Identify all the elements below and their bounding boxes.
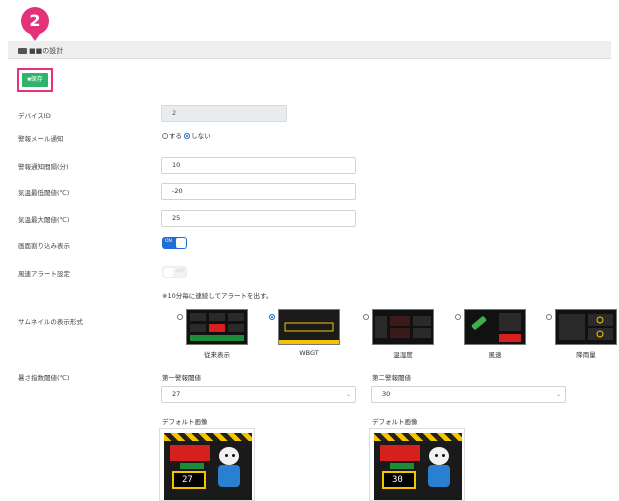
thumb-label-temp-humidity: 温湿度	[393, 351, 413, 359]
second-threshold-label: 第二警報閾値	[372, 374, 411, 382]
section-header: ■■の設計	[8, 41, 611, 59]
mail-notify-off-radio[interactable]	[184, 133, 191, 139]
thumb-classic[interactable]	[186, 309, 248, 345]
wind-alert-note: ※10分毎に連続してアラートを出す。	[162, 292, 273, 300]
toggle-state-text: OFF	[176, 269, 185, 274]
first-default-image[interactable]: 27	[159, 428, 255, 501]
wind-preview-icon	[471, 313, 521, 342]
thumb-radio-wbgt[interactable]	[269, 314, 275, 320]
thumb-label-wbgt: WBGT	[299, 349, 319, 357]
mail-notify-on-radio[interactable]	[162, 133, 168, 139]
image-value: 27	[172, 471, 206, 489]
camera-icon	[18, 48, 27, 54]
thumb-label-classic: 従来表示	[204, 351, 230, 359]
thumb-label-wind: 風速	[488, 351, 502, 359]
section-title: ■■の設計	[18, 46, 63, 56]
image-value: 30	[382, 471, 416, 489]
wind-alert-label: 風速アラート設定	[18, 270, 70, 278]
alert-image-preview: 27	[164, 433, 252, 500]
second-threshold-value: 30	[382, 390, 391, 398]
mail-notify-on-label[interactable]: する	[169, 132, 182, 140]
alert-subbanner	[180, 463, 204, 469]
crop-display-toggle[interactable]: ON	[162, 237, 187, 249]
first-threshold-select[interactable]: 27 ⌄	[161, 386, 356, 403]
alert-image-preview: 30	[374, 433, 462, 500]
callout-pointer	[28, 31, 42, 41]
first-default-image-label: デフォルト画像	[162, 418, 208, 426]
notify-interval-label: 警報通知間隔(分)	[18, 163, 69, 171]
second-default-image-label: デフォルト画像	[372, 418, 418, 426]
step-callout-marker: 2	[19, 7, 51, 43]
thumb-radio-rainfall[interactable]	[546, 314, 552, 320]
wind-alert-toggle[interactable]: OFF	[162, 266, 187, 278]
first-threshold-label: 第一警報閾値	[162, 374, 201, 382]
chevron-down-icon: ⌄	[555, 391, 561, 398]
hazard-stripe	[374, 433, 462, 441]
thumb-radio-wind[interactable]	[455, 314, 461, 320]
thumb-temp-humidity[interactable]	[372, 309, 434, 345]
notify-interval-input[interactable]: 10	[161, 157, 356, 174]
second-threshold-select[interactable]: 30 ⌄	[371, 386, 566, 403]
classic-preview-icon	[190, 313, 244, 341]
temp-humidity-preview-icon	[375, 316, 431, 338]
heat-index-label: 暑さ指数閾値(℃)	[18, 374, 70, 382]
thumb-radio-temp-humidity[interactable]	[363, 314, 369, 320]
alert-subbanner	[390, 463, 414, 469]
device-id-label: デバイスID	[18, 112, 51, 120]
temp-min-label: 気温最低閾値(℃)	[18, 189, 70, 197]
second-default-image[interactable]: 30	[369, 428, 465, 501]
temp-max-label: 気温最大閾値(℃)	[18, 216, 70, 224]
thumb-radio-classic[interactable]	[177, 314, 183, 320]
thumb-label-rainfall: 降雨量	[576, 351, 596, 359]
character-illustration-icon	[214, 447, 244, 489]
temp-max-input[interactable]: 25	[161, 210, 356, 227]
alert-banner	[380, 445, 420, 461]
mail-notify-label: 警報メール通知	[18, 135, 64, 143]
thumb-wbgt[interactable]	[278, 309, 340, 345]
first-threshold-value: 27	[172, 390, 181, 398]
character-illustration-icon	[424, 447, 454, 489]
chevron-down-icon: ⌄	[345, 391, 351, 398]
wbgt-preview-icon	[279, 310, 339, 344]
crop-display-label: 画面割り込み表示	[18, 242, 70, 250]
thumb-rainfall[interactable]	[555, 309, 617, 345]
thumbnail-format-label: サムネイルの表示形式	[18, 318, 83, 326]
alert-banner	[170, 445, 210, 461]
toggle-state-text: ON	[165, 239, 172, 244]
toggle-knob	[164, 268, 173, 277]
save-button[interactable]: ■保存	[22, 73, 48, 87]
mail-notify-radios: する しない	[162, 130, 211, 140]
temp-min-input[interactable]: -20	[161, 183, 356, 200]
toggle-knob	[176, 238, 186, 248]
rainfall-preview-icon	[559, 314, 613, 340]
hazard-stripe	[164, 433, 252, 441]
mail-notify-off-label[interactable]: しない	[191, 132, 211, 140]
thumb-wind[interactable]	[464, 309, 526, 345]
device-id-field: 2	[161, 105, 287, 122]
